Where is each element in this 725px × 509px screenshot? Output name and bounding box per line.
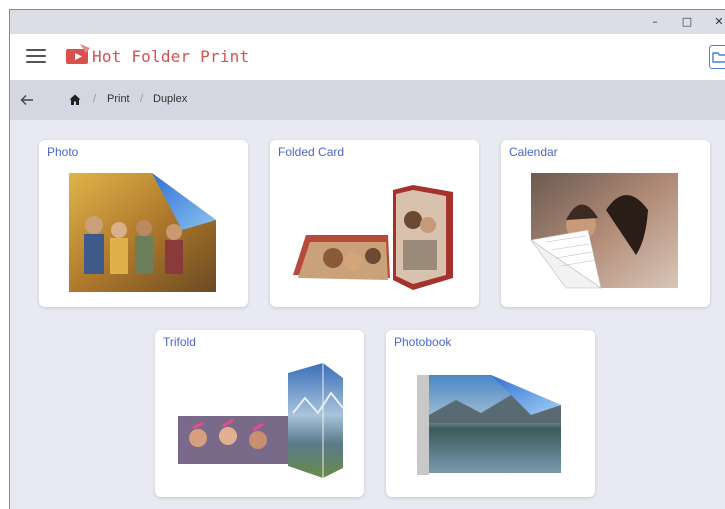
app-bar: Hot Folder Print xyxy=(10,34,725,80)
breadcrumb-separator: / xyxy=(140,93,144,105)
open-folder-button[interactable] xyxy=(709,45,725,69)
close-button[interactable]: ✕ xyxy=(705,12,725,32)
card-photobook[interactable]: Photobook xyxy=(386,330,595,497)
app-window: – □ ✕ Hot Folder Print / Print / Duplex xyxy=(9,9,725,509)
maximize-button[interactable]: □ xyxy=(673,12,701,32)
card-folded-card[interactable]: Folded Card xyxy=(270,140,479,307)
card-photo[interactable]: Photo xyxy=(39,140,248,307)
card-trifold[interactable]: Trifold xyxy=(155,330,364,497)
trifold-image xyxy=(178,363,344,478)
folded-card-image xyxy=(293,185,453,290)
title-bar: – □ ✕ xyxy=(10,10,725,34)
card-title: Trifold xyxy=(163,335,196,349)
minimize-button[interactable]: – xyxy=(641,12,669,32)
card-title: Calendar xyxy=(509,145,558,159)
breadcrumb-print[interactable]: Print xyxy=(107,93,130,105)
home-icon[interactable] xyxy=(69,94,81,106)
calendar-image xyxy=(530,173,678,289)
breadcrumb: / Print / Duplex xyxy=(10,80,725,120)
folder-icon xyxy=(712,52,725,63)
card-title: Photobook xyxy=(394,335,452,349)
breadcrumb-duplex: Duplex xyxy=(153,93,188,105)
card-calendar[interactable]: Calendar xyxy=(501,140,710,307)
breadcrumb-separator: / xyxy=(93,93,97,105)
card-title: Folded Card xyxy=(278,145,345,159)
photo-print-image xyxy=(69,173,216,292)
app-title: Hot Folder Print xyxy=(92,47,250,66)
photobook-image xyxy=(417,375,561,475)
menu-icon[interactable] xyxy=(26,49,46,65)
back-arrow-icon[interactable] xyxy=(20,94,34,106)
logo-icon xyxy=(66,44,90,64)
card-title: Photo xyxy=(47,145,79,159)
